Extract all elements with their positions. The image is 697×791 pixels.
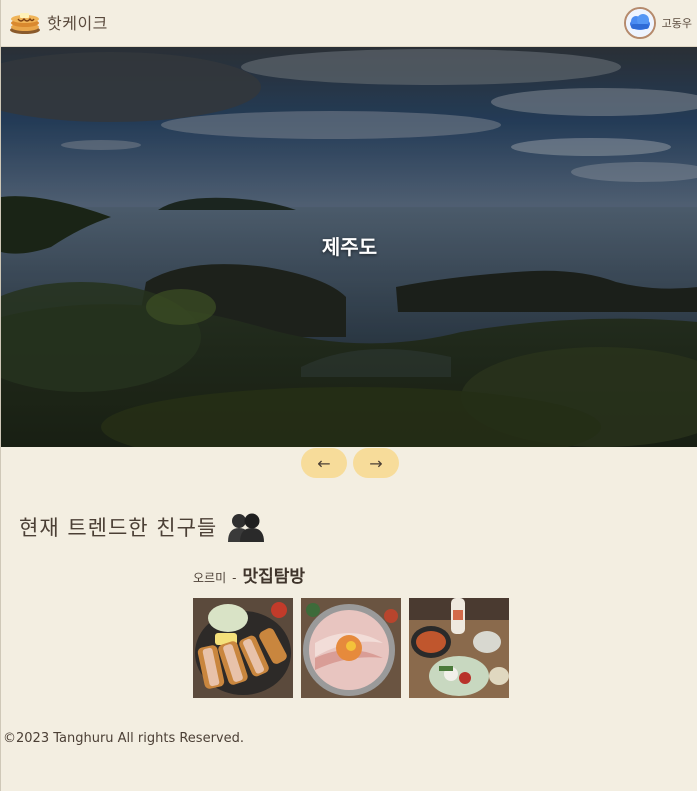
trending-post-title[interactable]: 오르미 - 맛집탐방 [193, 562, 305, 587]
post-thumbnails [193, 598, 509, 698]
pork-belly-image [301, 598, 401, 698]
hero-carousel: 제주도 [1, 47, 697, 447]
tonkatsu-image [193, 598, 293, 698]
avatar[interactable] [623, 7, 656, 39]
korean-dishes-image [409, 598, 509, 698]
trending-heading-text: 현재 트렌드한 친구들 [19, 516, 218, 540]
tonkatsu-photo[interactable] [193, 598, 293, 698]
korean-dishes-photo[interactable] [409, 598, 509, 698]
prev-slide-button[interactable]: ← [301, 448, 347, 478]
logo-link[interactable]: 핫케이크 [9, 8, 108, 36]
footer-copyright: ©2023 Tanghuru All rights Reserved. [3, 731, 244, 746]
next-slide-button[interactable]: → [353, 448, 399, 478]
top-header: 핫케이크 고동우 [1, 0, 697, 47]
post-category[interactable]: 맛집탐방 [242, 562, 305, 587]
cloud-avatar-icon [625, 9, 654, 37]
title-separator: - [232, 571, 237, 585]
pork-belly-photo[interactable] [301, 598, 401, 698]
user-name: 고동우 [661, 17, 692, 30]
post-author[interactable]: 오르미 [193, 569, 226, 586]
hero-caption: 제주도 [321, 235, 378, 259]
friends-icon [228, 513, 265, 542]
trending-heading: 현재 트렌드한 친구들 [19, 510, 265, 544]
pancake-icon [10, 13, 40, 34]
user-profile[interactable]: 고동우 [623, 7, 692, 39]
brand-name: 핫케이크 [47, 14, 108, 33]
